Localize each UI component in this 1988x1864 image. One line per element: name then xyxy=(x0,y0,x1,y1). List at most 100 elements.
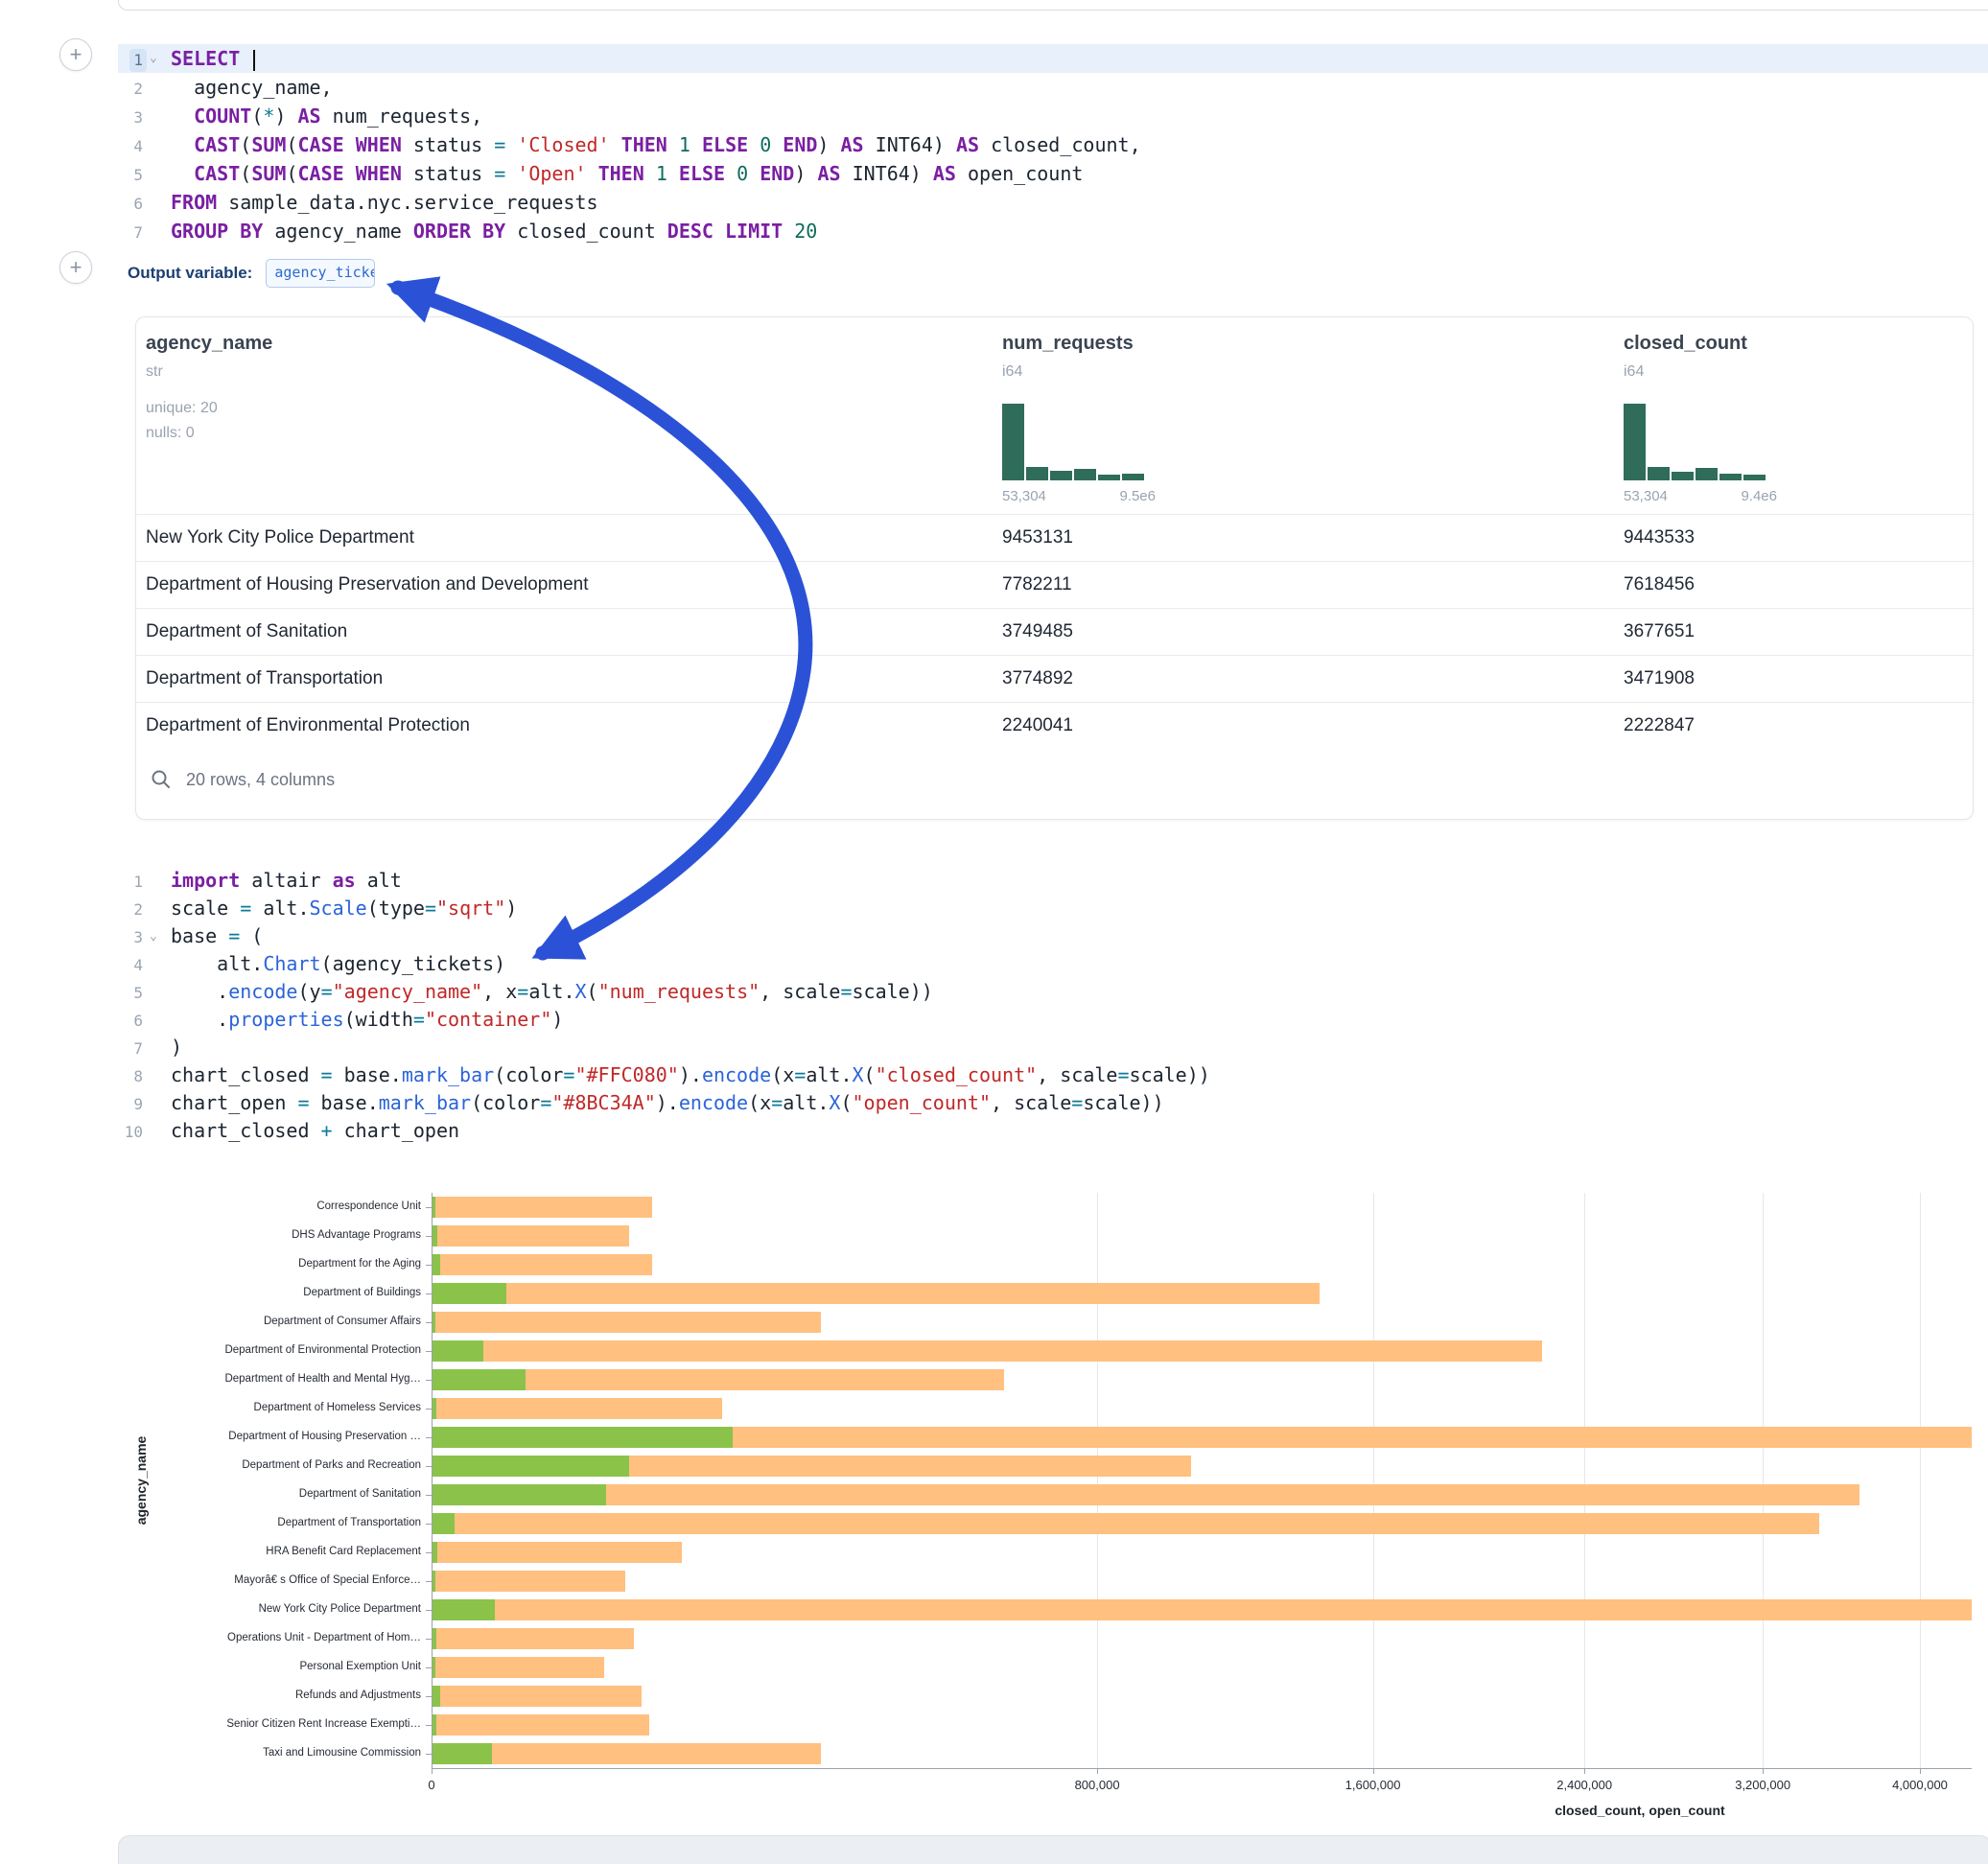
code-line: 6 .properties(width="container") xyxy=(118,1006,1988,1034)
table-cell: New York City Police Department xyxy=(146,515,414,561)
table-row[interactable]: Department of Sanitation37494853677651 xyxy=(136,608,1973,656)
column-histogram xyxy=(1002,404,1156,480)
bar-open-count xyxy=(433,1456,629,1477)
bar-open-count xyxy=(433,1686,440,1707)
fold-chevron-icon[interactable]: ⌄ xyxy=(150,922,157,950)
bar-open-count xyxy=(433,1571,435,1592)
y-tick-label: Department of Health and Mental Hyg… xyxy=(118,1373,421,1385)
code-text: chart_open = base.mark_bar(color="#8BC34… xyxy=(171,1091,1164,1114)
table-cell: Department of Environmental Protection xyxy=(146,703,470,749)
notebook-page: + + 1⌄SELECT 2 agency_name,3 COUNT(*) AS… xyxy=(0,0,1988,1864)
code-line: 1import altair as alt xyxy=(118,867,1988,895)
bar-open-count xyxy=(433,1225,437,1247)
code-line: 6FROM sample_data.nyc.service_requests xyxy=(118,188,1988,217)
x-tick-label: 800,000 xyxy=(1040,1778,1155,1792)
chart-gridline xyxy=(1584,1193,1585,1768)
code-text: SELECT xyxy=(171,47,255,70)
y-tick-label: Department of Sanitation xyxy=(118,1488,421,1500)
table-cell: 7618456 xyxy=(1624,562,1695,608)
code-line: 8chart_closed = base.mark_bar(color="#FF… xyxy=(118,1061,1988,1089)
fold-chevron-icon[interactable]: ⌄ xyxy=(150,44,157,73)
bar-closed-count xyxy=(433,1283,1320,1304)
code-text: base = ( xyxy=(171,924,263,947)
line-number: 2 xyxy=(118,895,147,922)
line-number: 5 xyxy=(118,978,147,1006)
y-tick-label: Correspondence Unit xyxy=(118,1200,421,1212)
python-cell-editor[interactable]: 1import altair as alt2 scale = alt.Scale(… xyxy=(118,867,1988,1145)
table-cell: 3471908 xyxy=(1624,656,1695,702)
column-header: num_requests xyxy=(1002,333,1134,355)
line-number: 3 xyxy=(118,102,147,130)
code-text: COUNT(*) AS num_requests, xyxy=(171,105,482,128)
bar-closed-count xyxy=(433,1571,625,1592)
column-type: str xyxy=(146,363,163,381)
bar-closed-count xyxy=(433,1484,1859,1505)
chart-gridline xyxy=(1920,1193,1921,1768)
line-number: 6 xyxy=(118,1006,147,1034)
table-row[interactable]: Department of Environmental Protection 22… xyxy=(136,702,1973,750)
y-tick-label: HRA Benefit Card Replacement xyxy=(118,1546,421,1557)
column-meta: nulls: 0 xyxy=(146,425,195,442)
table-row[interactable]: Department of Transportation377489234719… xyxy=(136,655,1973,703)
sql-cell-editor[interactable]: 1⌄SELECT 2 agency_name,3 COUNT(*) AS num… xyxy=(118,44,1988,245)
bar-open-count xyxy=(433,1743,492,1764)
bar-open-count xyxy=(433,1254,440,1275)
table-cell: 3774892 xyxy=(1002,656,1073,702)
bar-closed-count xyxy=(433,1312,821,1333)
table-cell: Department of Housing Preservation and D… xyxy=(146,562,589,608)
bar-closed-count xyxy=(433,1714,649,1736)
table-row[interactable]: New York City Police Department945313194… xyxy=(136,514,1973,562)
table-cell: 2222847 xyxy=(1624,703,1695,749)
code-line: 3⌄base = ( xyxy=(118,922,1988,950)
bar-open-count xyxy=(433,1312,435,1333)
chart-gridline xyxy=(1373,1193,1374,1768)
histogram-bar xyxy=(1624,404,1646,480)
y-tick-label: Refunds and Adjustments xyxy=(118,1689,421,1701)
output-variable-pill[interactable]: agency_tickets xyxy=(266,259,375,288)
y-tick-label: Department of Homeless Services xyxy=(118,1402,421,1413)
line-number: 5 xyxy=(118,159,147,188)
line-number: 1 xyxy=(118,44,147,73)
add-cell-button[interactable]: + xyxy=(59,251,92,284)
output-variable-label: Output variable: xyxy=(128,264,252,283)
bar-open-count xyxy=(433,1714,436,1736)
y-tick-label: Mayorâ€ s Office of Special Enforce… xyxy=(118,1574,421,1586)
line-number: 10 xyxy=(118,1117,147,1145)
bar-open-count xyxy=(433,1628,436,1649)
y-axis-line xyxy=(432,1193,433,1768)
y-tick-label: Department of Environmental Protection xyxy=(118,1344,421,1356)
table-row[interactable]: Department of Housing Preservation and D… xyxy=(136,561,1973,609)
search-icon[interactable] xyxy=(150,768,173,791)
y-tick-label: Operations Unit - Department of Hom… xyxy=(118,1632,421,1643)
x-axis-line xyxy=(432,1768,1972,1769)
x-tick-label: 1,600,000 xyxy=(1316,1778,1431,1792)
histogram-bar xyxy=(1696,468,1718,480)
code-line: 4 alt.Chart(agency_tickets) xyxy=(118,950,1988,978)
column-histogram xyxy=(1624,404,1777,480)
code-line: 2 scale = alt.Scale(type="sqrt") xyxy=(118,895,1988,922)
bar-closed-count xyxy=(433,1197,652,1218)
column-header: agency_name xyxy=(146,333,272,355)
add-cell-button[interactable]: + xyxy=(59,38,92,71)
code-line: 9chart_open = base.mark_bar(color="#8BC3… xyxy=(118,1089,1988,1117)
previous-cell-border xyxy=(118,0,1988,11)
code-text: scale = alt.Scale(type="sqrt") xyxy=(171,897,517,920)
column-meta: unique: 20 xyxy=(146,400,218,417)
column-header: closed_count xyxy=(1624,333,1747,355)
line-number: 7 xyxy=(118,1034,147,1061)
code-text: import altair as alt xyxy=(171,869,402,892)
code-text: agency_name, xyxy=(171,76,333,99)
y-axis-title: agency_name xyxy=(133,1436,149,1526)
x-axis-title: closed_count, open_count xyxy=(1448,1803,1832,1818)
histogram-range: 53,3049.5e6 xyxy=(1002,488,1156,504)
bar-closed-count xyxy=(433,1686,642,1707)
code-text: ) xyxy=(171,1036,182,1059)
bar-closed-count xyxy=(433,1657,604,1678)
bar-closed-count xyxy=(433,1225,629,1247)
code-line: 10chart_closed + chart_open xyxy=(118,1117,1988,1145)
code-line: 1⌄ SELECT xyxy=(118,44,1988,73)
code-text: GROUP BY agency_name ORDER BY closed_cou… xyxy=(171,220,817,243)
code-text: alt.Chart(agency_tickets) xyxy=(171,952,505,975)
output-variable-row: Output variable: agency_tickets xyxy=(128,257,375,290)
table-footer-text: 20 rows, 4 columns xyxy=(186,770,335,790)
